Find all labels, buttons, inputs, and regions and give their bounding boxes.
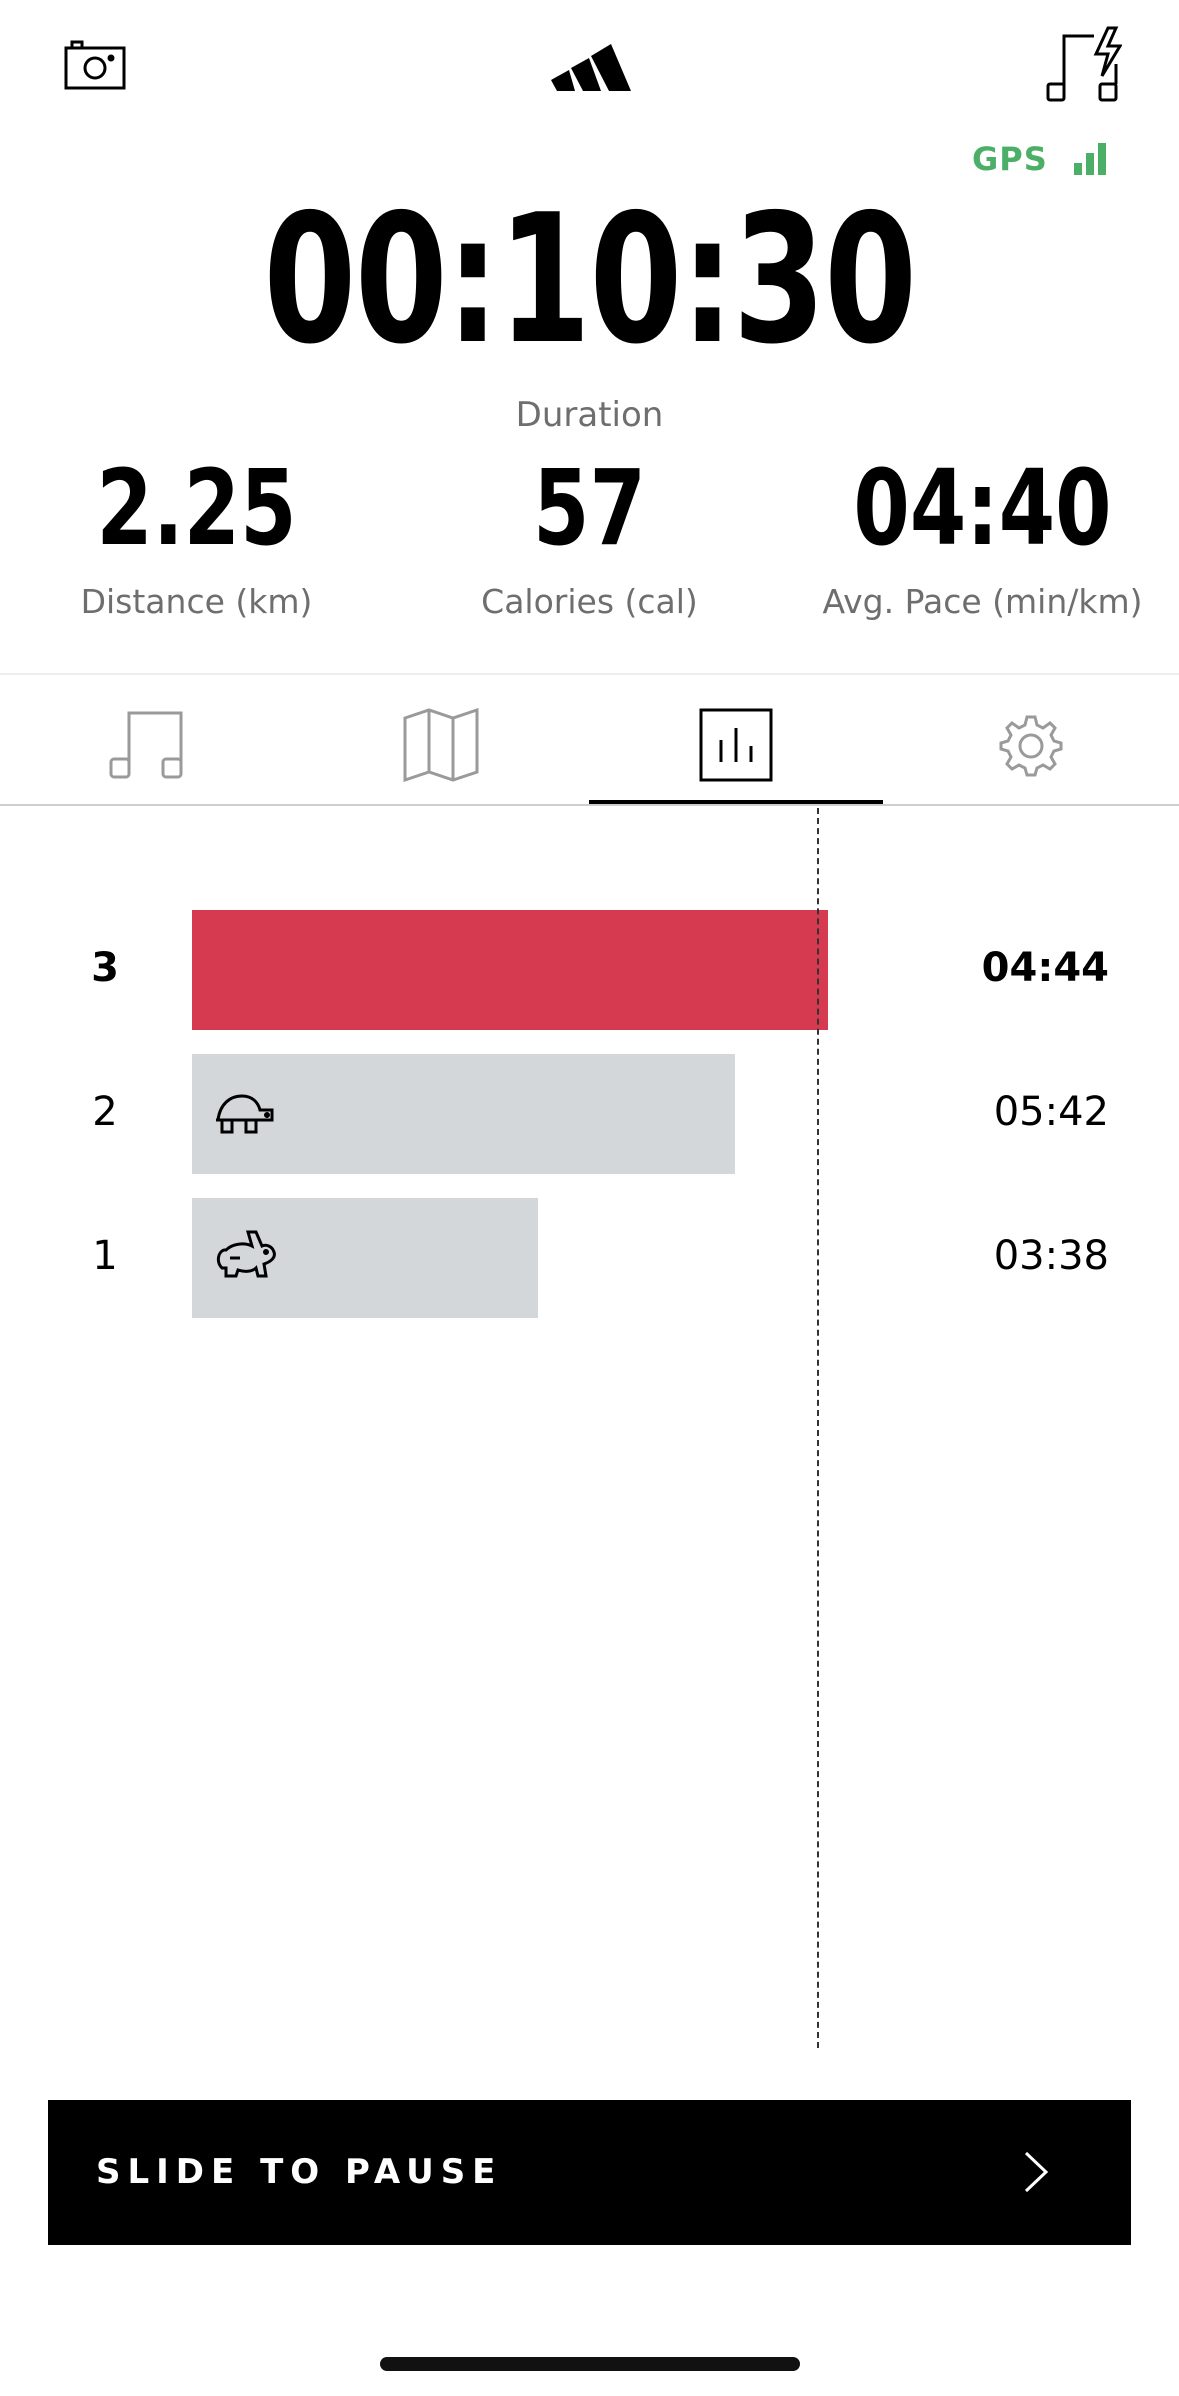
settings-icon — [999, 713, 1063, 777]
slide-to-pause-button[interactable]: SLIDE TO PAUSE — [48, 2100, 1131, 2245]
calories-label: Calories (cal) — [481, 582, 698, 621]
camera-icon[interactable] — [64, 38, 126, 90]
lap-number: 1 — [92, 1233, 118, 1279]
rabbit-icon — [214, 1228, 278, 1282]
lap-bar-current — [192, 910, 828, 1030]
chevron-right-icon — [1023, 2150, 1049, 2194]
lap-number: 3 — [91, 945, 119, 991]
tab-music[interactable] — [97, 690, 197, 800]
duration-value: 00:10:30 — [263, 176, 917, 383]
tab-chart[interactable] — [686, 690, 786, 800]
lap-time: 05:42 — [993, 1089, 1109, 1135]
distance-label: Distance (km) — [80, 582, 313, 621]
tab-settings[interactable] — [981, 690, 1081, 800]
turtle-icon — [214, 1092, 276, 1136]
lap-time: 04:44 — [981, 945, 1109, 991]
slide-label: SLIDE TO PAUSE — [96, 2152, 503, 2192]
adidas-logo — [549, 38, 631, 92]
lap-bar — [192, 1054, 735, 1174]
lap-bar — [192, 1198, 538, 1318]
avg-pace-value: 04:40 — [853, 447, 1112, 569]
music-flash-icon[interactable] — [1046, 24, 1122, 104]
home-indicator[interactable] — [380, 2357, 800, 2371]
divider — [0, 673, 1179, 675]
avg-pace-label: Avg. Pace (min/km) — [822, 582, 1143, 621]
tab-map[interactable] — [391, 690, 491, 800]
calories-value: 57 — [533, 447, 646, 569]
map-icon — [403, 708, 479, 782]
tabs-divider — [0, 804, 1179, 806]
music-icon — [109, 709, 185, 781]
chart-icon — [699, 708, 773, 782]
avg-pace-line — [817, 808, 819, 2048]
distance-value: 2.25 — [96, 447, 297, 569]
duration-label: Duration — [515, 395, 664, 435]
signal-icon — [1073, 143, 1106, 175]
lap-number: 2 — [92, 1089, 118, 1135]
lap-time: 03:38 — [993, 1233, 1109, 1279]
